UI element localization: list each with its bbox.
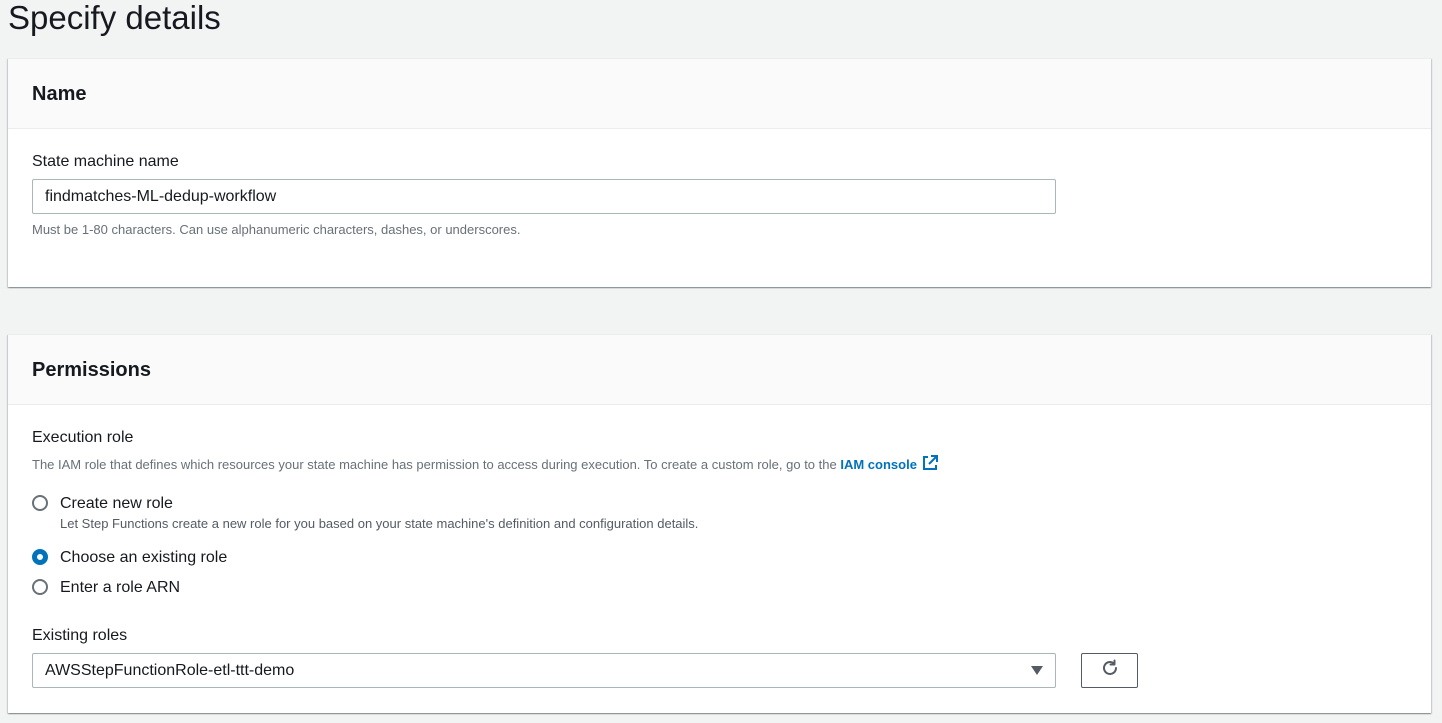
- state-machine-name-hint: Must be 1-80 characters. Can use alphanu…: [32, 222, 521, 237]
- existing-roles-select[interactable]: AWSStepFunctionRole-etl-ttt-demo: [32, 653, 1056, 688]
- execution-role-description-text: The IAM role that defines which resource…: [32, 457, 837, 472]
- execution-role-label: Execution role: [32, 429, 134, 446]
- role-option-create-new[interactable]: Create new role Let Step Functions creat…: [32, 494, 698, 532]
- radio-create-new-role[interactable]: [32, 495, 48, 511]
- permissions-panel: Permissions Execution role The IAM role …: [8, 334, 1431, 713]
- execution-role-description: The IAM role that defines which resource…: [32, 454, 939, 476]
- state-machine-name-input[interactable]: [32, 179, 1056, 214]
- refresh-roles-button[interactable]: [1081, 653, 1138, 688]
- permissions-panel-header: Permissions: [8, 335, 1431, 405]
- radio-create-new-role-label[interactable]: Create new role: [60, 494, 173, 514]
- radio-create-new-role-description: Let Step Functions create a new role for…: [60, 516, 699, 531]
- external-link-icon: [921, 454, 939, 476]
- role-option-enter-arn[interactable]: Enter a role ARN: [32, 578, 180, 598]
- radio-choose-existing-role-label[interactable]: Choose an existing role: [60, 548, 227, 568]
- role-option-choose-existing[interactable]: Choose an existing role: [32, 548, 227, 568]
- iam-console-link-label: IAM console: [840, 457, 917, 472]
- page-title: Specify details: [8, 0, 221, 36]
- radio-enter-role-arn[interactable]: [32, 579, 48, 595]
- name-panel-header: Name: [8, 59, 1431, 129]
- caret-down-icon: [1031, 666, 1043, 675]
- radio-choose-existing-role[interactable]: [32, 549, 48, 565]
- state-machine-name-label: State machine name: [32, 153, 179, 170]
- radio-enter-role-arn-label[interactable]: Enter a role ARN: [60, 578, 180, 598]
- refresh-icon: [1100, 658, 1120, 683]
- name-panel: Name State machine name Must be 1-80 cha…: [8, 58, 1431, 287]
- iam-console-link[interactable]: IAM console: [840, 455, 939, 472]
- existing-roles-selected-value: AWSStepFunctionRole-etl-ttt-demo: [45, 661, 295, 679]
- existing-roles-label: Existing roles: [32, 627, 128, 644]
- permissions-panel-title: Permissions: [32, 358, 151, 381]
- name-panel-title: Name: [32, 82, 87, 105]
